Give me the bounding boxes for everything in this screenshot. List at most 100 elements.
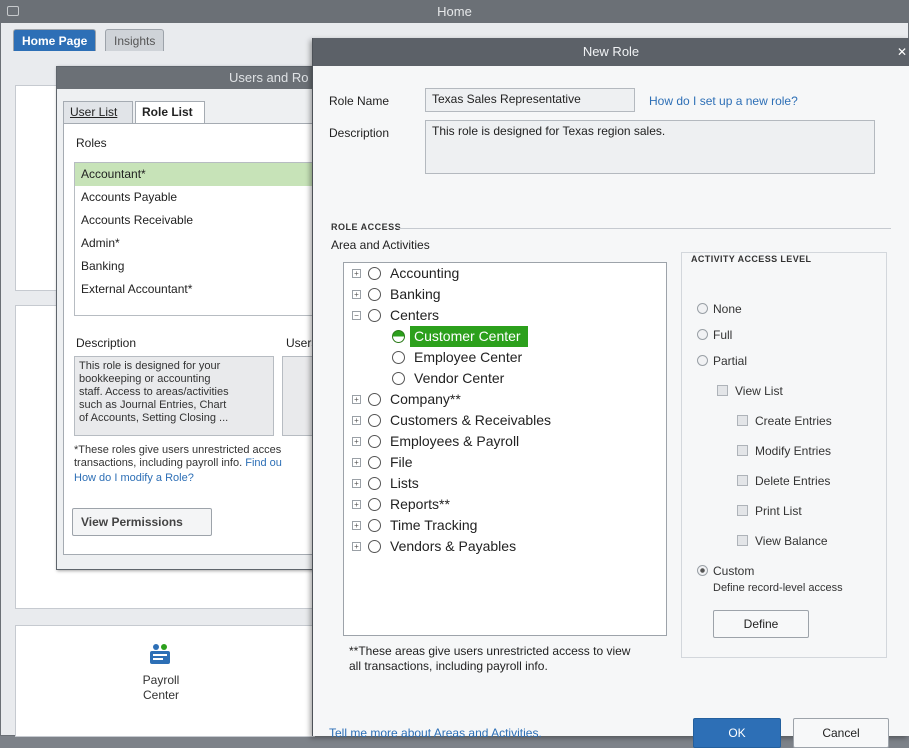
window-menu-icon[interactable] <box>7 6 19 16</box>
roles-label: Roles <box>76 136 107 150</box>
setup-role-help-link[interactable]: How do I set up a new role? <box>649 94 798 108</box>
view-permissions-button[interactable]: View Permissions <box>72 508 212 536</box>
tree-item-company[interactable]: + Company** <box>344 389 664 410</box>
checkbox-icon[interactable] <box>737 505 748 516</box>
radio-none[interactable]: None <box>697 302 742 316</box>
roles-list[interactable]: Accountant* Accounts Payable Accounts Re… <box>74 162 320 316</box>
tree-label: Employee Center <box>414 349 523 365</box>
tree-item-accounting[interactable]: + Accounting <box>344 263 664 284</box>
tree-label: Employees & Payroll <box>390 433 520 449</box>
role-name-label-text: Role Name <box>329 94 390 108</box>
role-name-label: Role Name <box>329 94 389 108</box>
new-role-dialog: New Role ✕ Role Name Texas Sales Represe… <box>312 38 909 748</box>
radio-icon[interactable] <box>368 519 381 532</box>
cancel-button[interactable]: Cancel <box>793 718 889 748</box>
close-icon[interactable]: ✕ <box>895 38 909 66</box>
tree-item-lists[interactable]: + Lists <box>344 473 664 494</box>
checkbox-icon[interactable] <box>717 385 728 396</box>
roles-unrestricted-note: *These roles give users unrestricted acc… <box>74 444 322 470</box>
define-button[interactable]: Define <box>713 610 809 638</box>
radio-icon[interactable] <box>368 288 381 301</box>
tell-me-more-link[interactable]: Tell me more about Areas and Activities. <box>329 726 542 740</box>
tree-item-vendors-payables[interactable]: + Vendors & Payables <box>344 536 664 557</box>
radio-custom[interactable]: Custom <box>697 564 754 578</box>
expand-icon[interactable]: + <box>352 290 361 299</box>
expand-icon[interactable]: + <box>352 395 361 404</box>
tree-item-centers[interactable]: − Centers <box>344 305 664 326</box>
collapse-icon[interactable]: − <box>352 311 361 320</box>
radio-icon[interactable] <box>368 267 381 280</box>
tree-item-time-tracking[interactable]: + Time Tracking <box>344 515 664 536</box>
tree-item-customers-receivables[interactable]: + Customers & Receivables <box>344 410 664 431</box>
checkbox-view-list[interactable]: View List <box>717 384 783 398</box>
role-name-input[interactable]: Texas Sales Representative <box>425 88 635 112</box>
tab-home-page[interactable]: Home Page <box>13 29 97 51</box>
payroll-center-icon[interactable] <box>147 641 173 667</box>
radio-icon[interactable] <box>368 477 381 490</box>
radio-icon[interactable] <box>368 393 381 406</box>
role-desc-line: bookkeeping or accounting <box>79 373 211 385</box>
radio-icon[interactable] <box>368 309 381 322</box>
radio-icon[interactable] <box>392 351 405 364</box>
role-item-accounts-receivable[interactable]: Accounts Receivable <box>75 209 319 232</box>
tree-item-employees-payroll[interactable]: + Employees & Payroll <box>344 431 664 452</box>
tab-user-list[interactable]: User List <box>63 101 133 123</box>
checkbox-icon[interactable] <box>737 475 748 486</box>
tab-role-list[interactable]: Role List <box>135 101 205 125</box>
radio-icon[interactable] <box>368 456 381 469</box>
checkbox-icon[interactable] <box>737 445 748 456</box>
expand-icon[interactable]: + <box>352 458 361 467</box>
area-activities-tree[interactable]: + Accounting + Banking − Centers Custome… <box>343 262 667 636</box>
role-item-accountant[interactable]: Accountant* <box>75 163 319 186</box>
tree-item-reports[interactable]: + Reports** <box>344 494 664 515</box>
expand-icon[interactable]: + <box>352 542 361 551</box>
tree-item-vendor-center[interactable]: Vendor Center <box>344 368 664 389</box>
role-desc-line: such as Journal Entries, Chart <box>79 399 227 411</box>
radio-icon[interactable] <box>697 355 708 366</box>
radio-partial-icon[interactable] <box>392 330 405 343</box>
expand-icon[interactable]: + <box>352 521 361 530</box>
tree-item-file[interactable]: + File <box>344 452 664 473</box>
tree-item-banking[interactable]: + Banking <box>344 284 664 305</box>
radio-icon[interactable] <box>368 498 381 511</box>
description-input[interactable]: This role is designed for Texas region s… <box>425 120 875 174</box>
role-list-panel: Roles Accountant* Accounts Payable Accou… <box>63 123 322 555</box>
modify-role-link[interactable]: How do I modify a Role? <box>74 472 194 484</box>
home-title: Home <box>437 4 472 19</box>
radio-partial[interactable]: Partial <box>697 354 747 368</box>
radio-icon[interactable] <box>368 435 381 448</box>
tree-item-employee-center[interactable]: Employee Center <box>344 347 664 368</box>
areas-unrestricted-note: **These areas give users unrestricted ac… <box>349 644 679 674</box>
radio-icon[interactable] <box>368 540 381 553</box>
payroll-center-label[interactable]: Payroll Center <box>111 673 211 703</box>
tree-label: Centers <box>390 307 440 323</box>
tree-label: Time Tracking <box>390 517 478 533</box>
expand-icon[interactable]: + <box>352 269 361 278</box>
checkbox-delete-entries[interactable]: Delete Entries <box>737 474 830 488</box>
expand-icon[interactable]: + <box>352 416 361 425</box>
radio-icon[interactable] <box>697 303 708 314</box>
tab-insights[interactable]: Insights <box>105 29 165 51</box>
role-item-external-accountant[interactable]: External Accountant* <box>75 278 319 301</box>
expand-icon[interactable]: + <box>352 500 361 509</box>
role-item-accounts-payable[interactable]: Accounts Payable <box>75 186 319 209</box>
expand-icon[interactable]: + <box>352 437 361 446</box>
radio-icon[interactable] <box>368 414 381 427</box>
radio-icon[interactable] <box>697 329 708 340</box>
find-out-link[interactable]: Find ou <box>245 457 282 469</box>
tree-label: Reports** <box>390 496 450 512</box>
checkbox-print-list[interactable]: Print List <box>737 504 802 518</box>
radio-selected-icon[interactable] <box>697 565 708 576</box>
radio-full[interactable]: Full <box>697 328 732 342</box>
role-item-admin[interactable]: Admin* <box>75 232 319 255</box>
tree-item-customer-center[interactable]: Customer Center <box>344 326 664 347</box>
checkbox-icon[interactable] <box>737 415 748 426</box>
radio-icon[interactable] <box>392 372 405 385</box>
checkbox-view-balance[interactable]: View Balance <box>737 534 828 548</box>
checkbox-modify-entries[interactable]: Modify Entries <box>737 444 831 458</box>
checkbox-create-entries[interactable]: Create Entries <box>737 414 832 428</box>
ok-button[interactable]: OK <box>693 718 781 748</box>
role-item-banking[interactable]: Banking <box>75 255 319 278</box>
checkbox-icon[interactable] <box>737 535 748 546</box>
expand-icon[interactable]: + <box>352 479 361 488</box>
